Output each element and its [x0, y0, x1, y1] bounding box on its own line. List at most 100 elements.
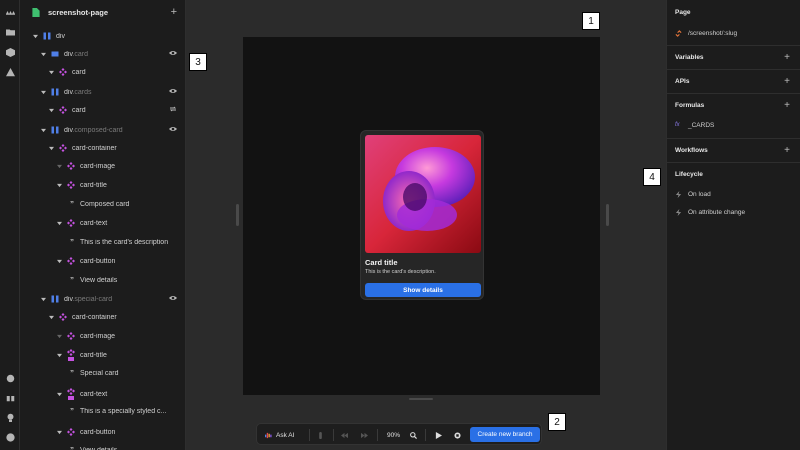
tree-row[interactable]: ” This is the card's description: [20, 233, 185, 251]
lifecycle-on-attribute-change[interactable]: On attribute change: [675, 206, 790, 218]
undo-icon[interactable]: [341, 424, 348, 446]
theme-icon[interactable]: [4, 372, 16, 384]
zoom-icon[interactable]: [410, 424, 417, 446]
tree-row-label: Composed card: [80, 200, 130, 208]
tree-row-label: View details: [80, 276, 118, 284]
apis-section-header[interactable]: APIs +: [675, 74, 790, 88]
tree-row[interactable]: div: [20, 27, 185, 45]
chevron-down-icon[interactable]: [56, 220, 63, 227]
play-icon[interactable]: [435, 424, 442, 446]
eye-icon[interactable]: [169, 125, 177, 135]
package-icon[interactable]: [4, 46, 16, 58]
repeat-icon[interactable]: [169, 105, 177, 115]
lifecycle-on-load[interactable]: On load: [675, 188, 790, 200]
tree-row[interactable]: card: [20, 63, 185, 81]
chevron-down-icon[interactable]: [56, 333, 63, 340]
annotation-badge-3: 3: [189, 53, 207, 71]
chevron-down-icon[interactable]: [56, 182, 63, 189]
workflows-section-header[interactable]: Workflows +: [675, 143, 790, 157]
formula-item-cards[interactable]: fx _CARDS: [675, 119, 790, 131]
chevron-down-icon[interactable]: [32, 33, 39, 40]
component-icon: [59, 68, 67, 76]
add-page-button[interactable]: +: [171, 6, 177, 18]
chevron-down-icon[interactable]: [56, 258, 63, 265]
lightbulb-icon[interactable]: [4, 411, 16, 423]
chevron-down-icon[interactable]: [56, 391, 63, 398]
gift-icon[interactable]: [4, 391, 16, 403]
add-formula-button[interactable]: +: [784, 100, 790, 111]
tree-row[interactable]: card-text: [20, 385, 185, 403]
tree-row[interactable]: card-text: [20, 214, 185, 232]
folder-icon[interactable]: [4, 26, 16, 38]
tree-row[interactable]: card-title: [20, 176, 185, 194]
chevron-down-icon[interactable]: [48, 314, 55, 321]
tree-row[interactable]: ” Special card: [20, 364, 185, 382]
tree-row[interactable]: card: [20, 101, 185, 119]
tree-row-label: card-title: [80, 351, 107, 359]
chevron-down-icon[interactable]: [40, 51, 47, 58]
chevron-down-icon[interactable]: [48, 107, 55, 114]
show-details-button[interactable]: Show details: [365, 283, 481, 297]
tree-row-label: card-title: [80, 181, 107, 189]
section-divider: [667, 93, 800, 94]
tree-row[interactable]: div.cards: [20, 83, 185, 101]
tree-row[interactable]: card-button: [20, 423, 185, 441]
component-icon: [67, 181, 75, 189]
chevron-down-icon[interactable]: [40, 296, 47, 303]
canvas-resize-handle-right[interactable]: [606, 204, 609, 226]
card-description: This is the card's description.: [365, 269, 436, 275]
tree-row[interactable]: div.composed-card: [20, 121, 185, 139]
tree-row[interactable]: card-image: [20, 327, 185, 345]
tree-row[interactable]: card-container: [20, 308, 185, 326]
chevron-down-icon[interactable]: [56, 163, 63, 170]
chevron-down-icon[interactable]: [56, 429, 63, 436]
tree-row[interactable]: ” View details: [20, 441, 185, 450]
chevron-down-icon[interactable]: [40, 127, 47, 134]
tree-row-label: div.composed-card: [64, 126, 123, 134]
tree-row[interactable]: card-image: [20, 157, 185, 175]
warning-icon[interactable]: [4, 66, 16, 78]
formulas-title: Formulas: [675, 101, 705, 109]
tree-row-label: This is the card's description: [80, 238, 169, 246]
element-icon: [43, 32, 51, 40]
element-icon: [51, 50, 59, 58]
tree-row[interactable]: card-button: [20, 252, 185, 270]
component-icon: [67, 257, 75, 265]
preview-card[interactable]: Card title This is the card's descriptio…: [360, 130, 484, 300]
variables-section-header[interactable]: Variables +: [675, 50, 790, 64]
help-icon[interactable]: [4, 431, 16, 443]
chevron-down-icon[interactable]: [40, 89, 47, 96]
apis-title: APIs: [675, 77, 690, 85]
eye-icon[interactable]: [169, 294, 177, 304]
canvas-resize-handle-bottom[interactable]: [409, 398, 433, 400]
page-slug-item[interactable]: /screenshot/:slug: [675, 27, 790, 39]
zoom-level[interactable]: 90%: [387, 424, 400, 446]
tree-row[interactable]: card-title: [20, 346, 185, 364]
tree-row[interactable]: card-container: [20, 139, 185, 157]
add-variable-button[interactable]: +: [784, 52, 790, 63]
chevron-down-icon[interactable]: [56, 352, 63, 359]
stop-icon[interactable]: [454, 424, 461, 446]
tree-row[interactable]: ” This is a specially styled c...: [20, 402, 185, 420]
eye-icon[interactable]: [169, 87, 177, 97]
tree-row[interactable]: ” Composed card: [20, 195, 185, 213]
component-variant-icon: [67, 349, 75, 361]
ask-ai-button[interactable]: Ask AI: [265, 424, 294, 446]
redo-icon[interactable]: [361, 424, 368, 446]
create-new-branch-button[interactable]: Create new branch: [470, 427, 540, 442]
chevron-down-icon[interactable]: [48, 145, 55, 152]
tree-row[interactable]: div.special-card: [20, 290, 185, 308]
text-node-icon: ”: [70, 368, 74, 378]
chevron-down-icon[interactable]: [48, 69, 55, 76]
link-icon: [675, 29, 684, 37]
formulas-section-header[interactable]: Formulas +: [675, 98, 790, 112]
element-icon: [51, 88, 59, 96]
microphone-icon[interactable]: [317, 424, 324, 446]
add-api-button[interactable]: +: [784, 76, 790, 87]
add-workflow-button[interactable]: +: [784, 145, 790, 156]
tree-row[interactable]: div.card: [20, 45, 185, 63]
tree-row[interactable]: ” View details: [20, 271, 185, 289]
logo-icon[interactable]: [4, 6, 16, 18]
eye-icon[interactable]: [169, 49, 177, 59]
canvas-resize-handle-left[interactable]: [236, 204, 239, 226]
